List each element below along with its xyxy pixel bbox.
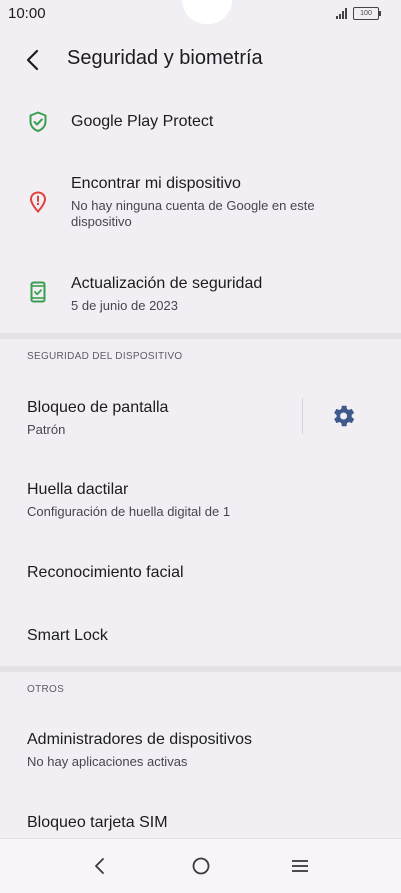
app-bar: Seguridad y biometría bbox=[0, 36, 401, 84]
list-item-find-device[interactable]: Encontrar mi dispositivo No hay ninguna … bbox=[0, 162, 401, 246]
item-title: Reconocimiento facial bbox=[27, 564, 184, 581]
item-title: Administradores de dispositivos bbox=[27, 731, 252, 748]
nav-home-icon[interactable] bbox=[186, 851, 216, 881]
item-subtitle: 5 de junio de 2023 bbox=[71, 298, 178, 313]
signal-icon bbox=[336, 8, 347, 19]
gear-icon[interactable] bbox=[329, 402, 357, 430]
item-subtitle: No hay aplicaciones activas bbox=[27, 754, 188, 769]
item-title: Encontrar mi dispositivo bbox=[71, 175, 241, 192]
status-bar: 10:00 100 bbox=[0, 0, 401, 28]
section-header-others: OTROS bbox=[27, 684, 65, 695]
section-divider bbox=[0, 333, 401, 339]
item-subtitle: Configuración de huella digital de 1 bbox=[27, 504, 231, 519]
status-time: 10:00 bbox=[8, 5, 46, 22]
nav-recents-icon[interactable] bbox=[285, 851, 315, 881]
arrow-back-icon bbox=[26, 49, 39, 71]
item-title: Smart Lock bbox=[27, 627, 108, 644]
item-title: Huella dactilar bbox=[27, 481, 129, 498]
navigation-bar bbox=[0, 838, 401, 893]
item-subtitle: No hay ninguna cuenta de Google en este … bbox=[71, 198, 315, 229]
shield-check-icon bbox=[29, 111, 47, 132]
location-alert-icon bbox=[29, 191, 47, 213]
battery-icon: 100 bbox=[353, 7, 381, 20]
item-title: Actualización de seguridad bbox=[71, 275, 263, 292]
item-title: Google Play Protect bbox=[71, 113, 214, 130]
nav-back-icon[interactable] bbox=[85, 851, 115, 881]
item-title: Bloqueo tarjeta SIM bbox=[27, 814, 168, 831]
system-icons: 100 bbox=[336, 7, 381, 20]
vertical-divider bbox=[302, 398, 303, 434]
back-button[interactable] bbox=[18, 44, 50, 76]
list-item-device-admins[interactable]: Administradores de dispositivos No hay a… bbox=[0, 716, 401, 782]
item-title: Bloqueo de pantalla bbox=[27, 399, 169, 416]
list-item-google-play-protect[interactable]: Google Play Protect bbox=[0, 92, 401, 152]
list-item-face-recognition[interactable]: Reconocimiento facial bbox=[0, 548, 401, 600]
list-item-fingerprint[interactable]: Huella dactilar Configuración de huella … bbox=[0, 468, 401, 534]
list-item-smart-lock[interactable]: Smart Lock bbox=[0, 610, 401, 662]
list-item-sim-lock[interactable]: Bloqueo tarjeta SIM bbox=[0, 798, 401, 838]
list-item-security-update[interactable]: Actualización de seguridad 5 de junio de… bbox=[0, 260, 401, 326]
section-header-device-security: SEGURIDAD DEL DISPOSITIVO bbox=[27, 351, 183, 362]
item-subtitle: Patrón bbox=[27, 422, 66, 437]
page-title: Seguridad y biometría bbox=[67, 47, 263, 69]
camera-notch bbox=[182, 0, 232, 24]
phone-update-icon bbox=[30, 281, 46, 303]
section-divider bbox=[0, 666, 401, 672]
